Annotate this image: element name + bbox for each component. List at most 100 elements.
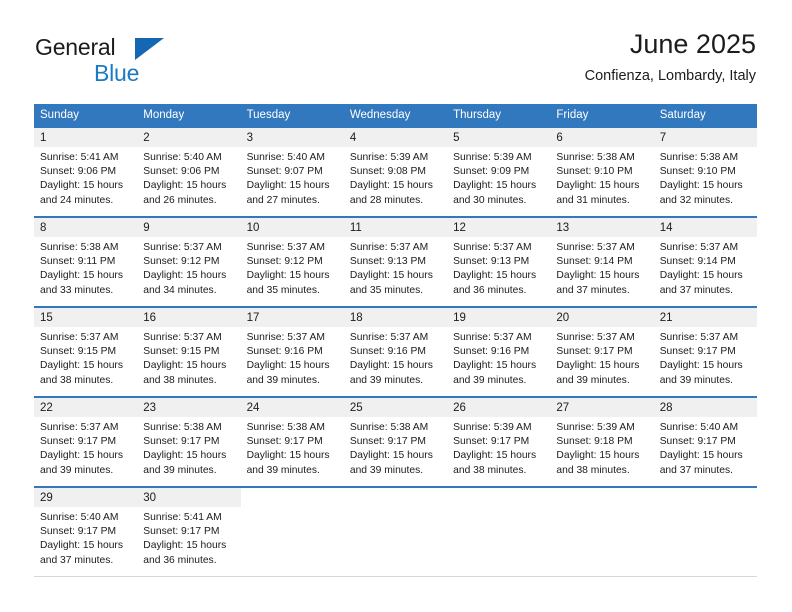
day-cell-inner: 27 Sunrise: 5:39 AM Sunset: 9:18 PM Dayligh… xyxy=(550,398,654,486)
day-number-band: 23 xyxy=(137,398,241,417)
calendar-day-cell[interactable]: 28 Sunrise: 5:40 AM Sunset: 9:17 PM Dayligh… xyxy=(653,396,757,487)
day-cell-inner: 19 Sunrise: 5:37 AM Sunset: 9:16 PM Dayligh… xyxy=(447,308,551,396)
day-cell-inner xyxy=(654,488,757,576)
day-number: 1 xyxy=(40,132,47,144)
calendar-day-cell[interactable]: 11 Sunrise: 5:37 AM Sunset: 9:13 PM Dayligh… xyxy=(343,216,448,307)
sunset-text: Sunset: 9:10 PM xyxy=(556,166,633,178)
sunset-text: Sunset: 9:16 PM xyxy=(453,346,530,358)
calendar-day-cell[interactable]: 7 Sunrise: 5:38 AM Sunset: 9:10 PM Daylight… xyxy=(653,126,757,217)
day-number-band: 11 xyxy=(343,218,448,237)
day-number-band xyxy=(344,488,447,507)
calendar-day-cell[interactable]: 8 Sunrise: 5:38 AM Sunset: 9:11 PM Daylight… xyxy=(34,216,138,307)
day-number: 7 xyxy=(659,132,667,144)
calendar-day-cell[interactable]: 21 Sunrise: 5:37 AM Sunset: 9:17 PM Dayligh… xyxy=(653,306,757,397)
calendar-day-cell[interactable]: 16 Sunrise: 5:37 AM Sunset: 9:15 PM Dayligh… xyxy=(137,306,241,397)
weekday-header-thursday: Thursday xyxy=(447,104,551,127)
title-block: June 2025 Confienza, Lombardy, Italy xyxy=(585,28,756,86)
calendar-day-cell[interactable]: 26 Sunrise: 5:39 AM Sunset: 9:17 PM Dayligh… xyxy=(447,396,551,487)
daylight-text-line2: and 33 minutes. xyxy=(40,284,114,296)
calendar-week-row: 22 Sunrise: 5:37 AM Sunset: 9:17 PM Dayligh… xyxy=(34,396,757,487)
calendar-day-cell[interactable]: 3 Sunrise: 5:40 AM Sunset: 9:07 PM Daylight… xyxy=(240,126,344,217)
sunset-text: Sunset: 9:06 PM xyxy=(143,166,220,178)
sunset-text: Sunset: 9:10 PM xyxy=(659,166,736,178)
calendar-day-cell[interactable]: 15 Sunrise: 5:37 AM Sunset: 9:15 PM Dayligh… xyxy=(34,306,138,397)
daylight-text-line2: and 38 minutes. xyxy=(40,374,114,386)
day-number: 13 xyxy=(556,222,570,234)
calendar-day-cell[interactable]: 25 Sunrise: 5:38 AM Sunset: 9:17 PM Dayligh… xyxy=(343,396,448,487)
day-number-band: 25 xyxy=(343,398,448,417)
day-number: 18 xyxy=(349,312,363,324)
day-number-band: 17 xyxy=(240,308,344,327)
day-cell-inner: 21 Sunrise: 5:37 AM Sunset: 9:17 PM Dayligh… xyxy=(653,308,757,396)
calendar-day-cell[interactable]: 22 Sunrise: 5:37 AM Sunset: 9:17 PM Dayligh… xyxy=(34,396,138,487)
day-cell-inner: 12 Sunrise: 5:37 AM Sunset: 9:13 PM Dayligh… xyxy=(447,218,551,306)
sunrise-text: Sunrise: 5:37 AM xyxy=(453,242,532,253)
sunrise-text: Sunrise: 5:37 AM xyxy=(143,332,222,343)
daylight-text-line1: Daylight: 15 hours xyxy=(40,360,123,372)
calendar-day-cell[interactable]: 4 Sunrise: 5:39 AM Sunset: 9:08 PM Daylight… xyxy=(343,126,448,217)
calendar-week-row: 15 Sunrise: 5:37 AM Sunset: 9:15 PM Dayligh… xyxy=(34,306,757,397)
daylight-text-line2: and 26 minutes. xyxy=(143,194,217,206)
calendar-day-cell[interactable]: 17 Sunrise: 5:37 AM Sunset: 9:16 PM Dayligh… xyxy=(240,306,344,397)
calendar-day-cell[interactable]: 29 Sunrise: 5:40 AM Sunset: 9:17 PM Dayligh… xyxy=(34,486,138,577)
day-number: 25 xyxy=(349,402,363,414)
day-number-band: 19 xyxy=(447,308,551,327)
day-cell-inner: 24 Sunrise: 5:38 AM Sunset: 9:17 PM Dayligh… xyxy=(240,398,344,486)
daylight-text-line1: Daylight: 15 hours xyxy=(143,270,227,282)
calendar-day-cell[interactable]: 9 Sunrise: 5:37 AM Sunset: 9:12 PM Daylight… xyxy=(137,216,241,307)
sunrise-text: Sunrise: 5:37 AM xyxy=(659,242,739,253)
calendar-day-cell[interactable]: 2 Sunrise: 5:40 AM Sunset: 9:06 PM Daylight… xyxy=(137,126,241,217)
calendar-day-cell[interactable]: 14 Sunrise: 5:37 AM Sunset: 9:14 PM Dayligh… xyxy=(653,216,757,307)
day-cell-inner xyxy=(447,488,550,576)
weekday-header-wednesday: Wednesday xyxy=(343,104,448,127)
daylight-text-line1: Daylight: 15 hours xyxy=(246,270,330,282)
day-number-band: 4 xyxy=(343,128,448,147)
day-details: Sunrise: 5:39 AM Sunset: 9:08 PM Daylight:… xyxy=(344,147,447,208)
day-number: 14 xyxy=(659,222,673,234)
calendar-day-cell[interactable]: 13 Sunrise: 5:37 AM Sunset: 9:14 PM Dayligh… xyxy=(550,216,654,307)
calendar-day-cell[interactable]: 5 Sunrise: 5:39 AM Sunset: 9:09 PM Daylight… xyxy=(447,126,551,217)
calendar-day-cell[interactable]: 27 Sunrise: 5:39 AM Sunset: 9:18 PM Dayligh… xyxy=(550,396,654,487)
day-details: Sunrise: 5:37 AM Sunset: 9:13 PM Daylight:… xyxy=(344,237,447,298)
day-number: 17 xyxy=(246,312,260,324)
daylight-text-line2: and 39 minutes. xyxy=(143,464,217,476)
sunrise-text: Sunrise: 5:37 AM xyxy=(349,332,429,343)
sunrise-text: Sunrise: 5:37 AM xyxy=(349,242,429,253)
sunset-text: Sunset: 9:17 PM xyxy=(40,436,117,448)
sunrise-text: Sunrise: 5:38 AM xyxy=(246,422,325,433)
daylight-text-line2: and 39 minutes. xyxy=(40,464,114,476)
generalblue-logo[interactable]: General Blue xyxy=(35,36,205,85)
calendar-day-cell[interactable]: 24 Sunrise: 5:38 AM Sunset: 9:17 PM Dayligh… xyxy=(240,396,344,487)
calendar-day-cell[interactable]: 6 Sunrise: 5:38 AM Sunset: 9:10 PM Daylight… xyxy=(550,126,654,217)
day-details: Sunrise: 5:37 AM Sunset: 9:12 PM Daylight:… xyxy=(241,237,344,298)
calendar-day-cell[interactable]: 20 Sunrise: 5:37 AM Sunset: 9:17 PM Dayligh… xyxy=(550,306,654,397)
day-number-band: 21 xyxy=(653,308,757,327)
calendar-day-cell[interactable]: 18 Sunrise: 5:37 AM Sunset: 9:16 PM Dayligh… xyxy=(343,306,448,397)
day-details: Sunrise: 5:40 AM Sunset: 9:06 PM Daylight:… xyxy=(137,147,240,208)
calendar-day-cell[interactable]: 19 Sunrise: 5:37 AM Sunset: 9:16 PM Dayligh… xyxy=(447,306,551,397)
daylight-text-line2: and 24 minutes. xyxy=(40,194,114,206)
day-number-band xyxy=(654,488,757,507)
calendar-day-cell[interactable]: 10 Sunrise: 5:37 AM Sunset: 9:12 PM Dayligh… xyxy=(240,216,344,307)
sunrise-text: Sunrise: 5:37 AM xyxy=(246,242,325,253)
day-number-band: 3 xyxy=(240,128,344,147)
calendar-day-cell-empty xyxy=(343,486,448,577)
daylight-text-line1: Daylight: 15 hours xyxy=(453,180,537,192)
daylight-text-line1: Daylight: 15 hours xyxy=(246,450,330,462)
day-cell-inner: 17 Sunrise: 5:37 AM Sunset: 9:16 PM Dayligh… xyxy=(240,308,344,396)
calendar-day-cell[interactable]: 12 Sunrise: 5:37 AM Sunset: 9:13 PM Dayligh… xyxy=(447,216,551,307)
day-details: Sunrise: 5:37 AM Sunset: 9:17 PM Daylight:… xyxy=(550,327,653,388)
day-cell-inner: 10 Sunrise: 5:37 AM Sunset: 9:12 PM Dayligh… xyxy=(240,218,344,306)
calendar-day-cell[interactable]: 1 Sunrise: 5:41 AM Sunset: 9:06 PM Daylight… xyxy=(34,126,138,217)
sunrise-text: Sunrise: 5:38 AM xyxy=(556,152,635,163)
day-number-band: 15 xyxy=(34,308,138,327)
sunset-text: Sunset: 9:16 PM xyxy=(246,346,323,358)
sunrise-text: Sunrise: 5:39 AM xyxy=(556,422,635,433)
calendar-day-cell[interactable]: 23 Sunrise: 5:38 AM Sunset: 9:17 PM Dayligh… xyxy=(137,396,241,487)
sunset-text: Sunset: 9:11 PM xyxy=(40,256,116,268)
day-details: Sunrise: 5:37 AM Sunset: 9:17 PM Daylight:… xyxy=(654,327,757,388)
sunrise-text: Sunrise: 5:41 AM xyxy=(143,512,222,523)
calendar-day-cell[interactable]: 30 Sunrise: 5:41 AM Sunset: 9:17 PM Dayligh… xyxy=(137,486,241,577)
day-number: 21 xyxy=(659,312,673,324)
weekday-header-saturday: Saturday xyxy=(653,104,757,127)
